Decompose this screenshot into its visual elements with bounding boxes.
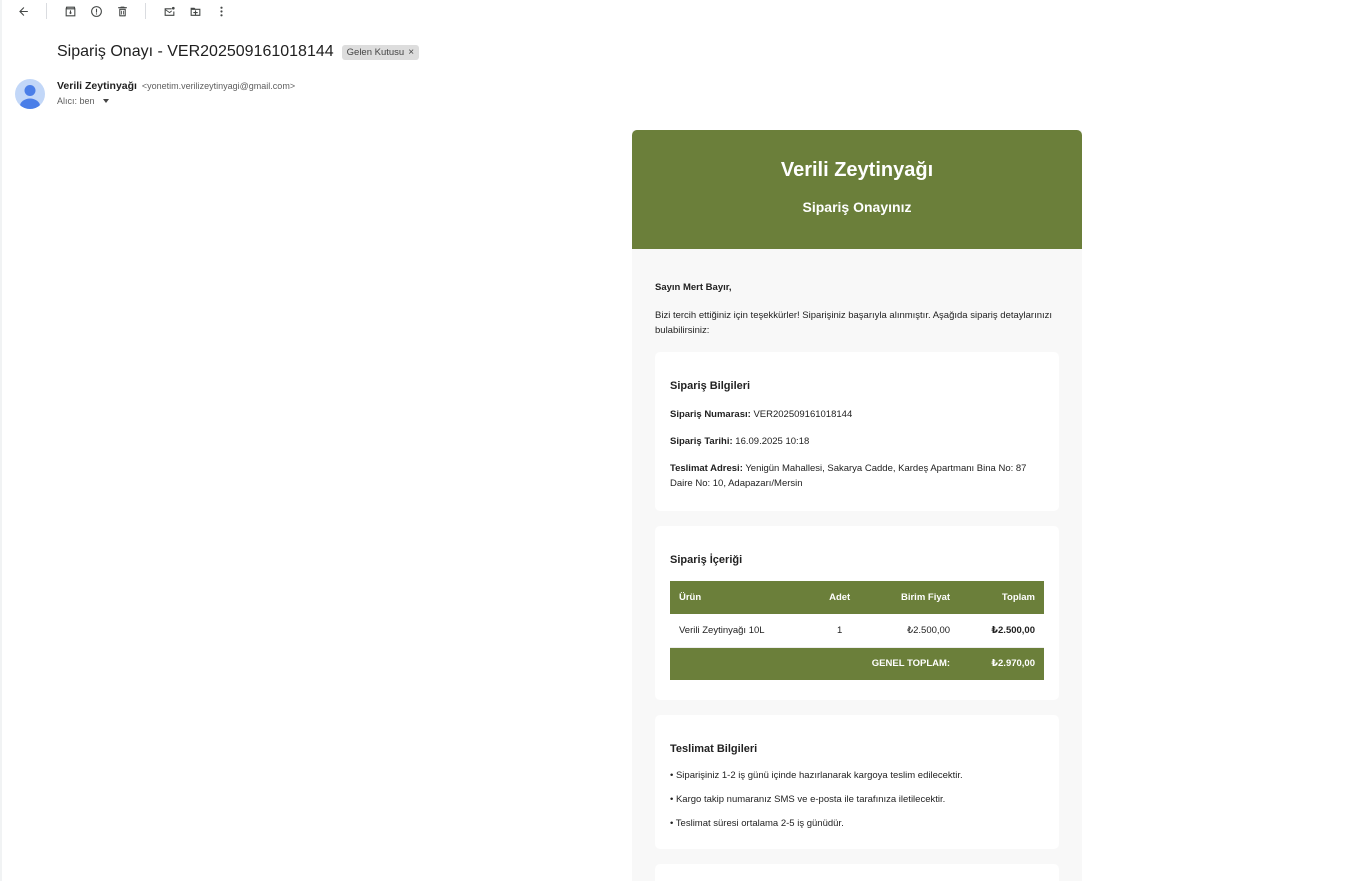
sender-avatar[interactable] bbox=[15, 79, 45, 109]
grand-total-label: GENEL TOPLAM: bbox=[670, 647, 960, 680]
delivery-bullet: • Siparişiniz 1-2 iş günü içinde hazırla… bbox=[670, 770, 963, 781]
delivery-bullet: • Kargo takip numaranız SMS ve e-posta i… bbox=[670, 794, 946, 805]
order-date-value: 16.09.2025 10:18 bbox=[735, 436, 810, 447]
brand-title: Verili Zeytinyağı bbox=[780, 159, 934, 181]
email-content: Sayın Mert Bayır, Bizi tercih ettiğiniz … bbox=[632, 249, 1082, 881]
delivery-info-card: Teslimat Bilgileri • Siparişiniz 1-2 iş … bbox=[655, 715, 1059, 849]
back-arrow-icon bbox=[18, 6, 28, 16]
report-spam-icon bbox=[90, 5, 102, 17]
order-content-title: Sipariş İçeriği bbox=[670, 554, 743, 566]
col-header-product: Ürün bbox=[670, 581, 813, 614]
row-unit-price: ₺2.500,00 bbox=[866, 614, 960, 648]
more-vert-icon bbox=[219, 6, 223, 16]
archive-icon bbox=[65, 6, 75, 16]
recipient-text: Alıcı: ben bbox=[57, 96, 95, 106]
next-card bbox=[655, 864, 1059, 881]
subject-row: Sipariş Onayı - VER202509161018144 Gelen… bbox=[57, 43, 420, 61]
row-total: ₺2.500,00 bbox=[959, 614, 1044, 648]
mark-unread-button[interactable] bbox=[156, 0, 182, 22]
greeting: Sayın Mert Bayır, bbox=[655, 282, 732, 293]
delete-button[interactable] bbox=[109, 0, 135, 22]
col-header-unit-price: Birim Fiyat bbox=[866, 581, 960, 614]
email-banner: Verili Zeytinyağı Sipariş Onayınız bbox=[632, 130, 1082, 249]
order-date-line: Sipariş Tarihi: 16.09.2025 10:18 bbox=[670, 434, 1044, 449]
order-items-table: Ürün Adet Birim Fiyat Toplam Verili Zeyt… bbox=[670, 581, 1044, 680]
intro-text: Bizi tercih ettiğiniz için teşekkürler! … bbox=[655, 310, 1053, 336]
delivery-bullet: • Teslimat süresi ortalama 2-5 iş günüdü… bbox=[670, 818, 844, 829]
more-options-button[interactable] bbox=[208, 0, 234, 22]
delivery-address-label: Teslimat Adresi: bbox=[670, 463, 743, 474]
sender-name[interactable]: Verili Zeytinyağı bbox=[57, 80, 137, 92]
delete-icon bbox=[117, 6, 127, 16]
caret-down-icon bbox=[102, 99, 109, 103]
email-body: Verili Zeytinyağı Sipariş Onayınız Sayın… bbox=[632, 130, 1082, 881]
order-number-value: VER202509161018144 bbox=[753, 409, 853, 420]
recipient-details-toggle[interactable]: Alıcı: ben bbox=[57, 96, 109, 106]
row-product: Verili Zeytinyağı 10L bbox=[670, 614, 813, 648]
move-to-icon bbox=[190, 7, 200, 16]
delivery-address-line: Teslimat Adresi: Yenigün Mahallesi, Saka… bbox=[670, 461, 1044, 491]
order-content-card: Sipariş İçeriği Ürün Adet Birim Fiyat To… bbox=[655, 526, 1059, 700]
message-toolbar bbox=[10, 0, 234, 22]
col-header-qty: Adet bbox=[812, 581, 867, 614]
remove-label-icon[interactable]: × bbox=[408, 47, 414, 58]
back-button[interactable] bbox=[10, 0, 36, 22]
order-number-line: Sipariş Numarası: VER202509161018144 bbox=[670, 407, 1044, 422]
table-header-row: Ürün Adet Birim Fiyat Toplam bbox=[670, 581, 1044, 614]
table-row: Verili Zeytinyağı 10L 1 ₺2.500,00 ₺2.500… bbox=[670, 614, 1044, 648]
report-spam-button[interactable] bbox=[83, 0, 109, 22]
toolbar-divider bbox=[46, 3, 47, 19]
move-to-button[interactable] bbox=[182, 0, 208, 22]
order-number-label: Sipariş Numarası: bbox=[670, 409, 751, 420]
col-header-total: Toplam bbox=[959, 581, 1044, 614]
person-icon bbox=[20, 85, 40, 109]
window-edge bbox=[0, 0, 2, 881]
archive-button[interactable] bbox=[57, 0, 83, 22]
email-subject: Sipariş Onayı - VER202509161018144 bbox=[57, 43, 334, 60]
sender-line: Verili Zeytinyağı <yonetim.verilizeytiny… bbox=[57, 80, 295, 92]
grand-total-row: GENEL TOPLAM: ₺2.970,00 bbox=[670, 647, 1044, 680]
grand-total-value: ₺2.970,00 bbox=[959, 647, 1044, 680]
order-info-card: Sipariş Bilgileri Sipariş Numarası: VER2… bbox=[655, 352, 1059, 511]
toolbar-divider bbox=[145, 3, 146, 19]
delivery-info-title: Teslimat Bilgileri bbox=[670, 743, 758, 755]
inbox-label-chip[interactable]: Gelen Kutusu × bbox=[341, 44, 420, 60]
brand-subtitle: Sipariş Onayınız bbox=[802, 199, 912, 215]
row-qty: 1 bbox=[812, 614, 867, 648]
inbox-label-text: Gelen Kutusu bbox=[346, 46, 405, 58]
mark-unread-icon bbox=[164, 6, 175, 16]
order-date-label: Sipariş Tarihi: bbox=[670, 436, 733, 447]
order-info-title: Sipariş Bilgileri bbox=[670, 380, 751, 392]
sender-email: <yonetim.verilizeytinyagi@gmail.com> bbox=[141, 81, 296, 91]
